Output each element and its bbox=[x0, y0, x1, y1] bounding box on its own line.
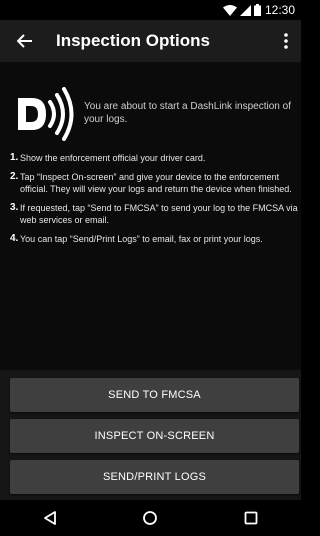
overflow-menu-button[interactable] bbox=[271, 20, 301, 62]
step-number: 2. bbox=[10, 171, 19, 182]
steps-list: 1. Show the enforcement official your dr… bbox=[10, 152, 298, 252]
step-item: 4. You can tap “Send/Print Logs” to emai… bbox=[10, 233, 298, 245]
step-item: 3. If requested, tap “Send to FMCSA” to … bbox=[10, 202, 298, 226]
app-bar: Inspection Options bbox=[0, 20, 301, 62]
back-triangle-icon bbox=[44, 511, 57, 525]
dashlink-logo bbox=[18, 87, 74, 141]
nav-recents-button[interactable] bbox=[231, 500, 271, 536]
recents-square-icon bbox=[244, 511, 258, 525]
intro: You are about to start a DashLink inspec… bbox=[16, 84, 296, 144]
battery-icon bbox=[253, 4, 261, 16]
step-item: 2. Tap “Inspect On-screen” and give your… bbox=[10, 171, 298, 195]
status-icons bbox=[222, 4, 261, 16]
arrow-left-icon bbox=[17, 34, 32, 48]
step-text: You can tap “Send/Print Logs” to email, … bbox=[20, 234, 263, 244]
wifi-icon bbox=[222, 4, 237, 16]
step-text: Show the enforcement official your drive… bbox=[20, 153, 206, 163]
status-bar: 12:30 bbox=[0, 0, 301, 20]
system-nav-bar bbox=[0, 500, 301, 536]
step-number: 4. bbox=[10, 233, 19, 244]
step-text: Tap “Inspect On-screen” and give your de… bbox=[20, 172, 292, 194]
send-to-fmcsa-button[interactable]: SEND TO FMCSA bbox=[10, 378, 299, 412]
send-print-logs-button[interactable]: SEND/PRINT LOGS bbox=[10, 460, 299, 494]
status-time: 12:30 bbox=[264, 3, 295, 17]
nav-home-button[interactable] bbox=[130, 500, 170, 536]
inspect-on-screen-button[interactable]: INSPECT ON-SCREEN bbox=[10, 419, 299, 453]
action-button-panel: SEND TO FMCSA INSPECT ON-SCREEN SEND/PRI… bbox=[0, 370, 301, 500]
step-number: 1. bbox=[10, 152, 19, 163]
step-number: 3. bbox=[10, 202, 19, 213]
intro-text: You are about to start a DashLink inspec… bbox=[84, 101, 291, 125]
back-button[interactable] bbox=[6, 20, 44, 62]
step-text: If requested, tap “Send to FMCSA” to sen… bbox=[20, 203, 298, 225]
more-vertical-icon bbox=[284, 33, 288, 49]
nav-back-button[interactable] bbox=[30, 500, 70, 536]
home-circle-icon bbox=[143, 511, 158, 525]
inspection-instructions: You are about to start a DashLink inspec… bbox=[0, 62, 301, 370]
page-title: Inspection Options bbox=[56, 31, 210, 50]
signal-icon bbox=[239, 4, 251, 16]
step-item: 1. Show the enforcement official your dr… bbox=[10, 152, 298, 164]
